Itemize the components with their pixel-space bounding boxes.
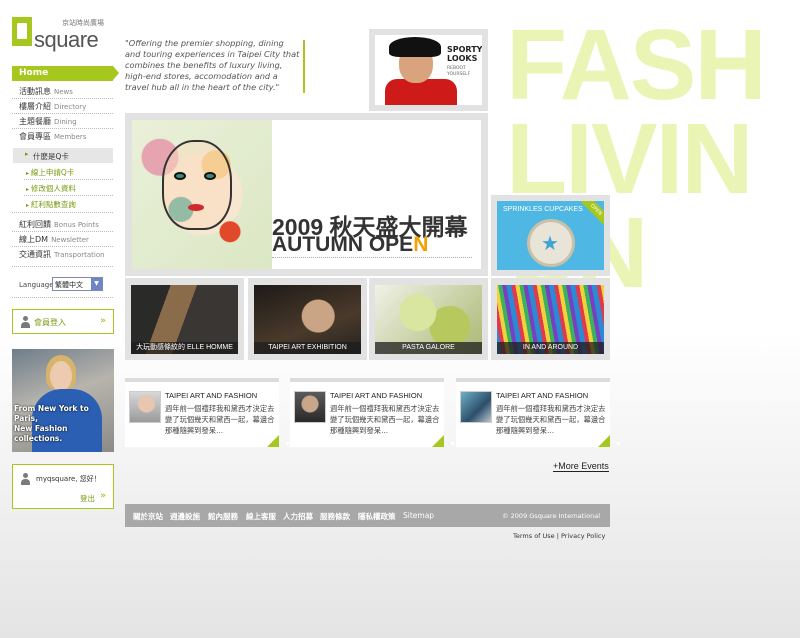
event-excerpt: 週年前一個禮拜我和黛西才決定去變了玩個幾天和黛西一起，幕邊合那種隨興到發呆... bbox=[330, 404, 440, 435]
corner-arrow-icon[interactable] bbox=[267, 435, 289, 447]
thumb-caption: TAIPEI ART EXHIBITION bbox=[254, 342, 361, 354]
event-title: TAIPEI ART AND FASHION bbox=[330, 391, 423, 400]
cupcake-title: SPRINKLES CUPCAKES bbox=[503, 206, 583, 213]
model-face bbox=[50, 361, 72, 391]
legal-links[interactable]: Terms of Use | Privacy Policy bbox=[513, 532, 605, 540]
nav-item-transportation[interactable]: 交通資訊 Transportation bbox=[19, 249, 105, 260]
footer-link-careers[interactable]: 人力招募 bbox=[283, 511, 313, 522]
promo-caption: From New York to Paris, New Fashion coll… bbox=[14, 404, 89, 443]
banner-underline bbox=[272, 257, 472, 258]
fashion-promo-banner[interactable]: From New York to Paris, New Fashion coll… bbox=[12, 349, 114, 452]
divider bbox=[12, 297, 113, 298]
model-bandana bbox=[389, 37, 441, 57]
nav-item-bonus-points[interactable]: 紅利回饋 Bonus Points bbox=[19, 219, 99, 230]
more-events-link[interactable]: +More Events bbox=[553, 461, 609, 472]
feature-thumb-art-exhibition[interactable]: TAIPEI ART EXHIBITION bbox=[248, 278, 367, 360]
member-login-label: 會員登入 bbox=[34, 318, 66, 327]
nav-item-directory[interactable]: 樓層介紹 Directory bbox=[19, 101, 86, 112]
divider bbox=[24, 179, 113, 180]
event-title: TAIPEI ART AND FASHION bbox=[165, 391, 258, 400]
autumn-open-banner[interactable]: 2009 秋天盛大開幕 AUTUMN OPEN bbox=[125, 113, 488, 276]
footer-link-terms[interactable]: 服務條款 bbox=[320, 511, 350, 522]
corner-arrow-icon[interactable] bbox=[432, 435, 454, 447]
footer-link-sitemap[interactable]: Sitemap bbox=[403, 511, 434, 520]
illustration-eye bbox=[174, 172, 186, 180]
nav-home[interactable]: Home bbox=[12, 66, 119, 81]
footer-link-services[interactable]: 館內服務 bbox=[208, 511, 238, 522]
illustration-lips bbox=[188, 204, 204, 211]
event-card[interactable]: TAIPEI ART AND FASHION 週年前一個禮拜我和黛西才決定去變了… bbox=[125, 378, 289, 447]
logo-text[interactable]: square bbox=[34, 27, 99, 53]
corner-arrow-icon[interactable] bbox=[598, 435, 620, 447]
nav-sub-bonus-query[interactable]: 紅利點數查詢 bbox=[26, 199, 76, 210]
double-arrow-icon: » bbox=[100, 316, 106, 326]
illustration-eye bbox=[204, 172, 216, 180]
sprinkles-cupcakes-ad[interactable]: SPRINKLES CUPCAKES ★ OPEN bbox=[491, 195, 610, 276]
event-thumbnail bbox=[460, 391, 492, 423]
footer-link-privacy[interactable]: 隱私權政策 bbox=[358, 511, 396, 522]
divider bbox=[12, 266, 113, 267]
event-card[interactable]: TAIPEI ART AND FASHION 週年前一個禮拜我和黛西才決定去變了… bbox=[290, 378, 454, 447]
nav-item-newsletter[interactable]: 線上DM Newsletter bbox=[19, 234, 89, 245]
member-login-button[interactable]: 會員登入 » bbox=[12, 309, 114, 334]
feature-thumb-pasta[interactable]: PASTA GALORE bbox=[369, 278, 488, 360]
banner-subtitle: AUTUMN OPEN bbox=[272, 233, 429, 256]
divider bbox=[24, 195, 113, 196]
user-greeting: myqsquare, 您好！ bbox=[36, 475, 101, 483]
footer-link-facilities[interactable]: 週邊設施 bbox=[170, 511, 200, 522]
person-icon bbox=[20, 316, 30, 328]
divider bbox=[12, 128, 113, 129]
footer-link-support[interactable]: 線上客服 bbox=[246, 511, 276, 522]
model-shirt bbox=[385, 79, 457, 105]
open-badge: OPEN bbox=[580, 201, 604, 226]
illustration-art bbox=[132, 120, 272, 269]
thumb-caption: PASTA GALORE bbox=[375, 342, 482, 354]
illustration-face bbox=[162, 140, 232, 230]
quote-divider bbox=[303, 40, 305, 93]
sporty-title: SPORTY LOOKS bbox=[447, 45, 482, 63]
feature-thumb-in-and-around[interactable]: IN AND AROUND bbox=[491, 278, 610, 360]
language-select[interactable]: 繁體中文 ▼ bbox=[52, 277, 103, 291]
event-card[interactable]: TAIPEI ART AND FASHION 週年前一個禮拜我和黛西才決定去變了… bbox=[456, 378, 620, 447]
event-excerpt: 週年前一個禮拜我和黛西才決定去變了玩個幾天和黛西一起，幕邊合那種隨興到發呆... bbox=[165, 404, 275, 435]
user-panel: myqsquare, 您好！ 登出 » bbox=[12, 464, 114, 509]
logo-mark-icon[interactable] bbox=[12, 17, 32, 46]
feature-thumb-elle-homme[interactable]: 大玩動感條紋的 ELLE HOMME bbox=[125, 278, 244, 360]
event-thumbnail bbox=[129, 391, 161, 423]
person-icon bbox=[20, 473, 30, 485]
event-thumbnail bbox=[294, 391, 326, 423]
nav-item-dining[interactable]: 主題餐廳 Dining bbox=[19, 116, 77, 127]
divider bbox=[12, 98, 113, 99]
star-icon: ★ bbox=[541, 231, 559, 255]
watermark-line-1: FASH bbox=[506, 18, 800, 115]
dropdown-arrow-icon: ▼ bbox=[91, 278, 102, 290]
intro-quote: "Offering the premier shopping, dining a… bbox=[125, 38, 300, 92]
nav-item-members[interactable]: 會員專區 Members bbox=[19, 131, 86, 142]
sporty-looks-ad[interactable]: SPORTY LOOKS REBOOT YOURSELF bbox=[369, 29, 488, 111]
language-selected-value: 繁體中文 bbox=[55, 281, 83, 289]
language-label: Language bbox=[19, 281, 54, 289]
thumb-caption: 大玩動感條紋的 ELLE HOMME bbox=[131, 342, 238, 354]
watermark-line-2: LIVIN bbox=[506, 109, 800, 209]
nav-sub-edit-profile[interactable]: 修改個人資料 bbox=[26, 183, 76, 194]
thumb-caption: IN AND AROUND bbox=[497, 342, 604, 354]
logout-link[interactable]: 登出 bbox=[80, 493, 95, 504]
divider bbox=[12, 246, 113, 247]
event-title: TAIPEI ART AND FASHION bbox=[496, 391, 589, 400]
divider bbox=[12, 231, 113, 232]
divider bbox=[12, 212, 113, 213]
divider bbox=[12, 113, 113, 114]
sporty-tagline: REBOOT YOURSELF bbox=[447, 66, 471, 77]
footer-link-about[interactable]: 關於京站 bbox=[133, 511, 163, 522]
copyright: © 2009 Gsquare International bbox=[502, 512, 600, 520]
footer-bar: 關於京站 週邊設施 館內服務 線上客服 人力招募 服務條款 隱私權政策 Site… bbox=[125, 504, 610, 527]
nav-item-news[interactable]: 活動訊息 News bbox=[19, 86, 73, 97]
nav-sub-what-is-qcard[interactable]: 什麼是Q卡 bbox=[13, 148, 113, 163]
nav-sub-apply-qcard[interactable]: 線上申請Q卡 bbox=[26, 167, 74, 178]
event-excerpt: 週年前一個禮拜我和黛西才決定去變了玩個幾天和黛西一起，幕邊合那種隨興到發呆... bbox=[496, 404, 606, 435]
double-arrow-icon: » bbox=[100, 491, 106, 501]
